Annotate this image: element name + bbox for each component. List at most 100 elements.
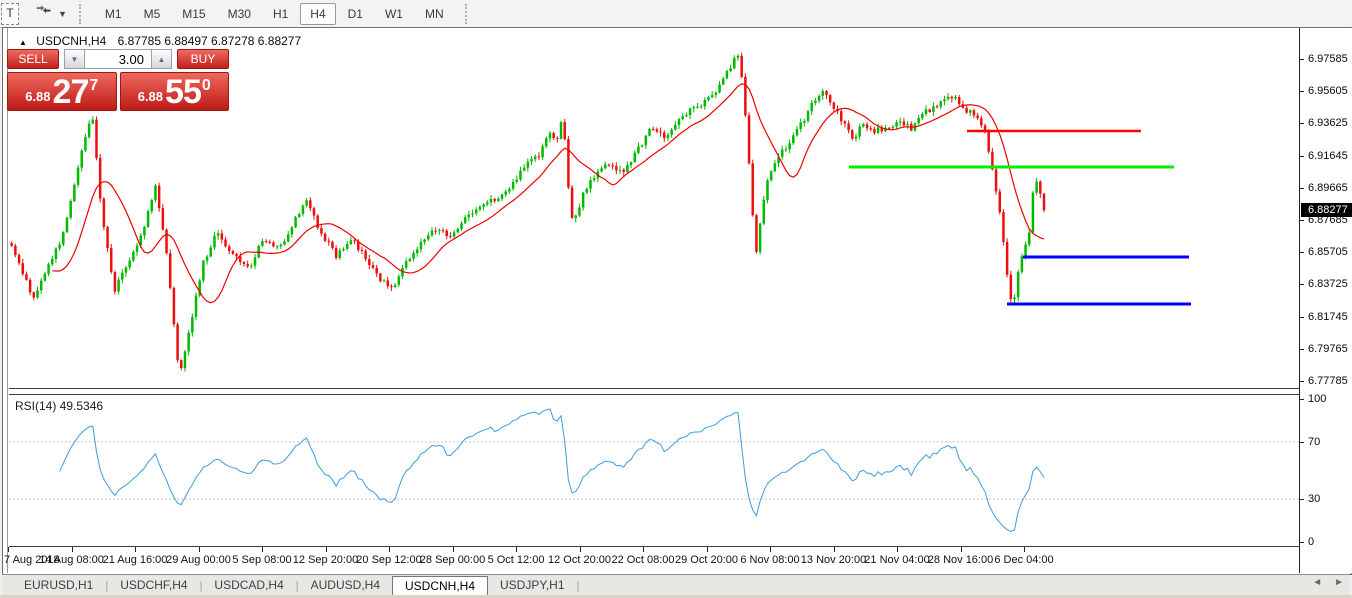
- time-tick-label: 5 Sep 08:00: [232, 554, 291, 566]
- price-axis[interactable]: 6.975856.956056.936256.916456.896656.876…: [1299, 28, 1352, 573]
- volume-input[interactable]: 3.00: [85, 49, 151, 69]
- price-tick-mark: [1300, 349, 1304, 350]
- chart-tab-eurusd[interactable]: EURUSD,H1: [12, 576, 105, 595]
- price-tick-label: 6.97585: [1308, 53, 1348, 65]
- sell-price-big: 27: [53, 79, 89, 107]
- price-tick-label: 6.93625: [1308, 117, 1348, 129]
- mt4-window: T ▼ M1M5M15M30H1H4D1W1MN ▲ USDCNH,H4 6.8…: [0, 0, 1352, 598]
- price-tick-label: 6.91645: [1308, 150, 1348, 162]
- time-tick-mark: [961, 547, 962, 552]
- time-tick-mark: [897, 547, 898, 552]
- time-tick-label: 20 Sep 12:00: [356, 554, 421, 566]
- text-tool-button[interactable]: T: [1, 3, 19, 25]
- time-tick-label: 5 Oct 12:00: [488, 554, 545, 566]
- price-tick-mark: [1300, 156, 1304, 157]
- rsi-tick-mark: [1300, 399, 1304, 400]
- sell-button[interactable]: SELL: [7, 49, 59, 69]
- time-tick-mark: [834, 547, 835, 552]
- tab-scroll-left-icon[interactable]: ◄: [1312, 577, 1322, 588]
- time-tick-mark: [262, 547, 263, 552]
- price-tick-mark: [1300, 317, 1304, 318]
- time-tick-mark: [135, 547, 136, 552]
- trade-controls-row: SELL ▼ 3.00 ▲ BUY: [7, 49, 229, 69]
- timeframe-button-mn[interactable]: MN: [415, 3, 454, 25]
- price-tick-mark: [1300, 284, 1304, 285]
- chart-tab-usdcnh[interactable]: USDCNH,H4: [392, 576, 488, 596]
- price-tick-label: 6.95605: [1308, 85, 1348, 97]
- time-tick-label: 14 Aug 08:00: [39, 554, 104, 566]
- time-tick-label: 21 Aug 16:00: [103, 554, 168, 566]
- arrows-tool-button[interactable]: ▼: [33, 4, 69, 24]
- rsi-chart[interactable]: [9, 393, 1301, 546]
- toolbar-grip-end[interactable]: [465, 4, 472, 24]
- rsi-tick-label: 30: [1308, 493, 1320, 505]
- timeframe-button-m30[interactable]: M30: [218, 3, 261, 25]
- volume-decrease-button[interactable]: ▼: [64, 49, 85, 69]
- price-tick-label: 6.89665: [1308, 182, 1348, 194]
- time-tick-label: 21 Nov 04:00: [864, 554, 929, 566]
- price-tick-label: 6.79765: [1308, 343, 1348, 355]
- time-tick-mark: [389, 547, 390, 552]
- time-tick-label: 12 Sep 20:00: [293, 554, 358, 566]
- timeframe-button-d1[interactable]: D1: [338, 3, 373, 25]
- time-tick-mark: [643, 547, 644, 552]
- chart-tab-usdchf[interactable]: USDCHF,H4: [108, 576, 199, 595]
- price-tick-mark: [1300, 59, 1304, 60]
- volume-increase-button[interactable]: ▲: [151, 49, 172, 69]
- arrows-icon: [35, 4, 53, 23]
- time-tick-label: 13 Nov 20:00: [801, 554, 866, 566]
- timeframe-button-h1[interactable]: H1: [263, 3, 298, 25]
- time-tick-mark: [326, 547, 327, 552]
- sell-price-prefix: 6.88: [25, 89, 50, 104]
- trade-prices-row: 6.88 27 7 6.88 55 0: [7, 72, 229, 111]
- current-price-badge: 6.88277: [1301, 203, 1352, 217]
- collapse-arrow-icon[interactable]: ▲: [19, 38, 27, 47]
- rsi-tick-mark: [1300, 542, 1304, 543]
- one-click-trading-panel: SELL ▼ 3.00 ▲ BUY 6.88 27 7 6.88 55 0: [7, 49, 229, 111]
- price-tick-label: 6.77785: [1308, 375, 1348, 387]
- tab-separator: |: [577, 580, 580, 592]
- toolbar-grip[interactable]: [79, 4, 86, 24]
- chart-tab-audusd[interactable]: AUDUSD,H4: [299, 576, 392, 595]
- tab-scroll-right-icon[interactable]: ►: [1334, 577, 1344, 588]
- price-tick-mark: [1300, 91, 1304, 92]
- time-tick-mark: [707, 547, 708, 552]
- tab-scroll-controls: ◄ ►: [1312, 577, 1344, 588]
- rsi-tick-label: 70: [1308, 436, 1320, 448]
- timeframe-button-m1[interactable]: M1: [95, 3, 132, 25]
- time-axis[interactable]: 7 Aug 201814 Aug 08:0021 Aug 16:0029 Aug…: [9, 547, 1301, 573]
- timeframe-group: M1M5M15M30H1H4D1W1MN: [94, 0, 455, 27]
- rsi-tick-label: 0: [1308, 536, 1314, 548]
- time-tick-mark: [770, 547, 771, 552]
- time-tick-mark: [1024, 547, 1025, 552]
- price-tick-label: 6.83725: [1308, 278, 1348, 290]
- timeframe-button-m15[interactable]: M15: [172, 3, 215, 25]
- sell-price-button[interactable]: 6.88 27 7: [7, 72, 117, 111]
- timeframe-button-h4[interactable]: H4: [300, 3, 335, 25]
- timeframe-button-w1[interactable]: W1: [375, 3, 413, 25]
- price-tick-label: 6.81745: [1308, 311, 1348, 323]
- time-tick-label: 6 Nov 08:00: [740, 554, 799, 566]
- time-tick-label: 29 Oct 20:00: [675, 554, 738, 566]
- timeframe-button-m5[interactable]: M5: [134, 3, 171, 25]
- time-tick-mark: [72, 547, 73, 552]
- rsi-tick-mark: [1300, 499, 1304, 500]
- time-tick-mark: [8, 547, 9, 552]
- price-tick-mark: [1300, 188, 1304, 189]
- price-tick-mark: [1300, 220, 1304, 221]
- time-tick-mark: [580, 547, 581, 552]
- price-tick-mark: [1300, 381, 1304, 382]
- chart-title: ▲ USDCNH,H4 6.87785 6.88497 6.87278 6.88…: [19, 34, 301, 48]
- dropdown-caret-icon: ▼: [58, 9, 67, 19]
- price-tick-label: 6.85705: [1308, 246, 1348, 258]
- time-tick-label: 28 Sep 00:00: [420, 554, 485, 566]
- time-tick-mark: [453, 547, 454, 552]
- toolbar: T ▼ M1M5M15M30H1H4D1W1MN: [0, 0, 1352, 28]
- chart-tab-usdjpy[interactable]: USDJPY,H1: [488, 576, 576, 595]
- buy-button[interactable]: BUY: [177, 49, 229, 69]
- price-tick-mark: [1300, 123, 1304, 124]
- chart-tab-bar: EURUSD,H1|USDCHF,H4|USDCAD,H4|AUDUSD,H4U…: [2, 574, 1350, 596]
- buy-price-prefix: 6.88: [138, 89, 163, 104]
- buy-price-button[interactable]: 6.88 55 0: [120, 72, 230, 111]
- chart-tab-usdcad[interactable]: USDCAD,H4: [202, 576, 295, 595]
